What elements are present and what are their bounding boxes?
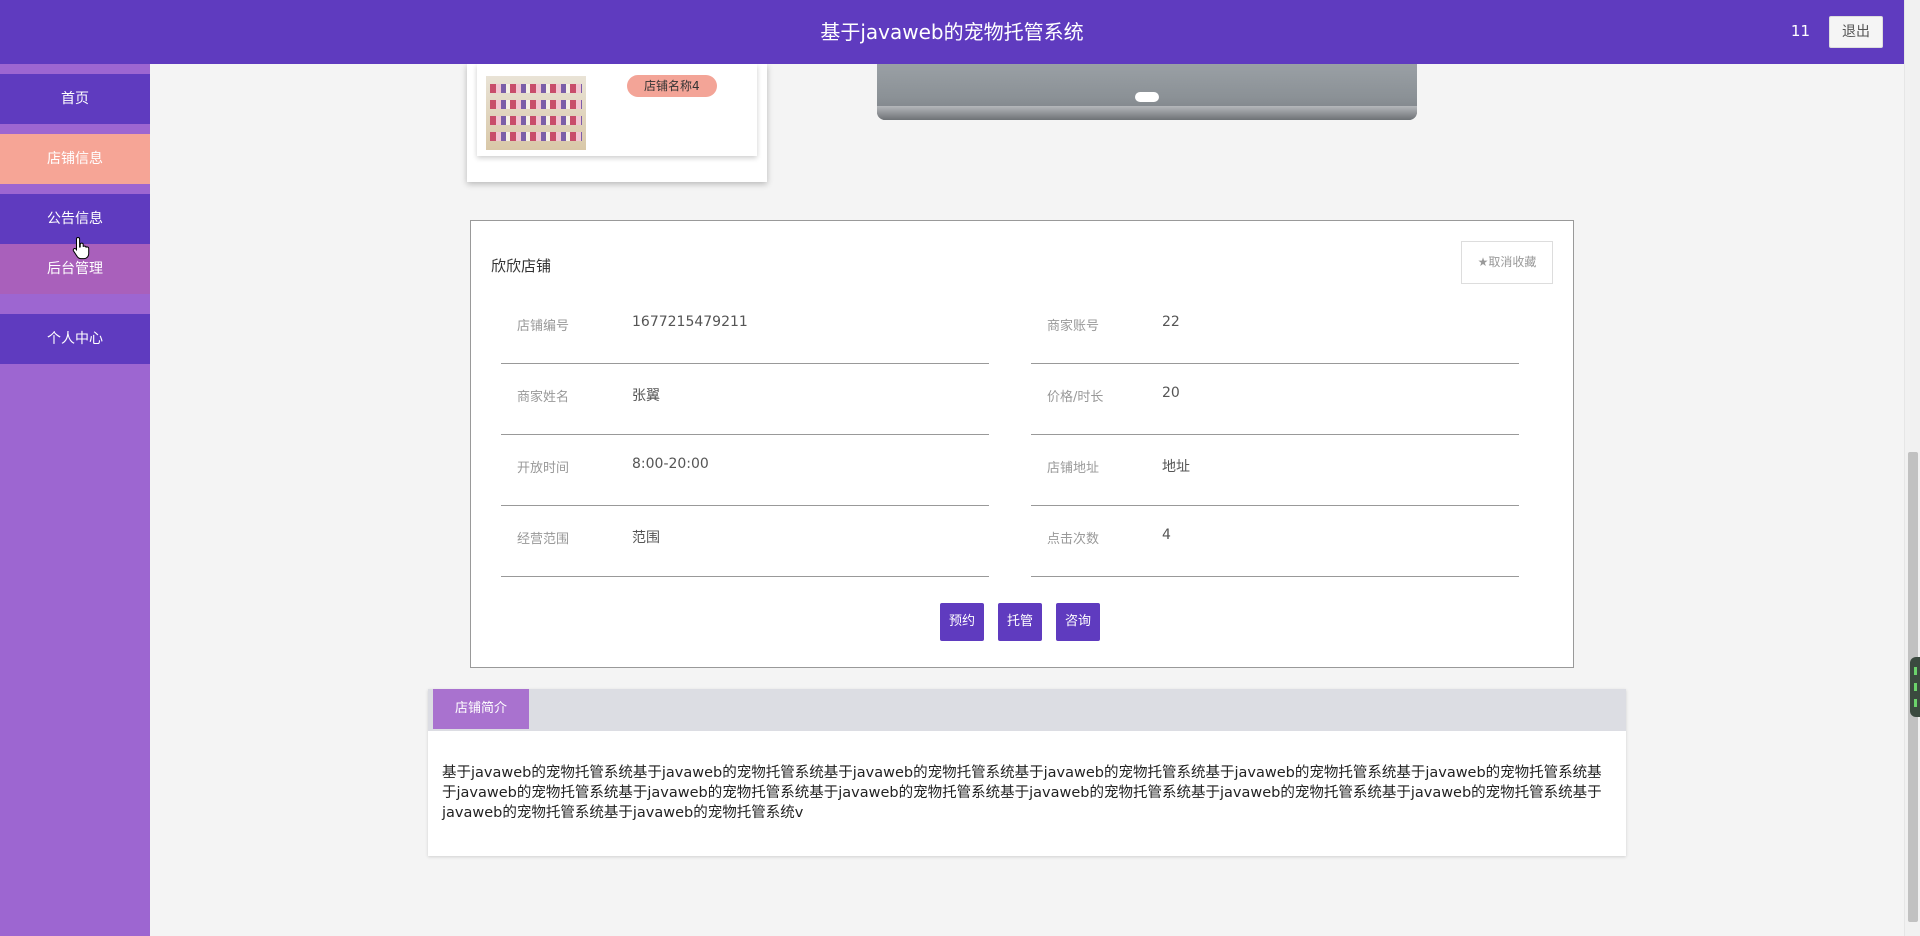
intro-tab-bar: 店铺简介 [428,689,1626,731]
field-label: 商家姓名 [517,390,570,405]
field-scope: 经营范围 范围 [501,506,989,577]
shop-card[interactable]: 店铺名称4 [467,64,767,182]
field-value: 22 [1162,314,1180,330]
field-value: 20 [1162,385,1180,401]
sidebar-item-shop-info[interactable]: 店铺信息 [0,134,150,184]
field-value: 8:00-20:00 [632,456,709,472]
page-title: 基于javaweb的宠物托管系统 [820,20,1084,44]
floating-widget-tab[interactable] [1910,657,1920,717]
field-price-duration: 价格/时长 20 [1031,364,1519,435]
field-label: 价格/时长 [1047,390,1104,405]
field-label: 点击次数 [1047,532,1100,547]
field-value: 1677215479211 [632,314,748,330]
top-bar: 基于javaweb的宠物托管系统 11 退出 [0,0,1904,64]
sidebar: 首页 店铺信息 公告信息 后台管理 个人中心 [0,64,150,936]
field-value: 地址 [1162,459,1190,475]
shop-name-badge[interactable]: 店铺名称4 [627,75,717,97]
hand-cursor-icon [72,236,90,260]
field-shop-no: 店铺编号 1677215479211 [501,293,989,364]
carousel-image [877,64,1417,120]
shop-card-inner: 店铺名称4 [477,64,757,156]
field-label: 经营范围 [517,532,570,547]
host-button[interactable]: 托管 [998,603,1043,641]
reserve-button[interactable]: 预约 [940,603,985,641]
logout-button[interactable]: 退出 [1829,16,1883,48]
field-value: 张翼 [632,388,660,404]
tab-shop-intro[interactable]: 店铺简介 [433,689,529,729]
field-label: 商家账号 [1047,319,1100,334]
field-label: 店铺编号 [517,319,570,334]
shop-intro-section: 店铺简介 基于javaweb的宠物托管系统基于javaweb的宠物托管系统基于j… [428,689,1626,856]
field-merchant-account: 商家账号 22 [1031,293,1519,364]
sidebar-item-profile[interactable]: 个人中心 [0,314,150,364]
consult-button[interactable]: 咨询 [1056,603,1101,641]
sidebar-item-home[interactable]: 首页 [0,74,150,124]
carousel-indicator[interactable] [1135,92,1159,102]
field-label: 店铺地址 [1047,461,1100,476]
field-value: 4 [1162,527,1171,543]
field-value: 范围 [632,530,660,546]
shop-name: 欣欣店铺 [491,257,552,275]
field-merchant-name: 商家姓名 张翼 [501,364,989,435]
page-scrollbar[interactable] [1904,0,1920,936]
field-label: 开放时间 [517,461,570,476]
field-clicks: 点击次数 4 [1031,506,1519,577]
shop-intro-text: 基于javaweb的宠物托管系统基于javaweb的宠物托管系统基于javawe… [442,765,1602,821]
field-open-time: 开放时间 8:00-20:00 [501,435,989,506]
unfavorite-button[interactable]: ★取消收藏 [1461,241,1553,284]
username: 11 [1790,22,1810,40]
field-address: 店铺地址 地址 [1031,435,1519,506]
shop-thumbnail-image [486,76,586,150]
